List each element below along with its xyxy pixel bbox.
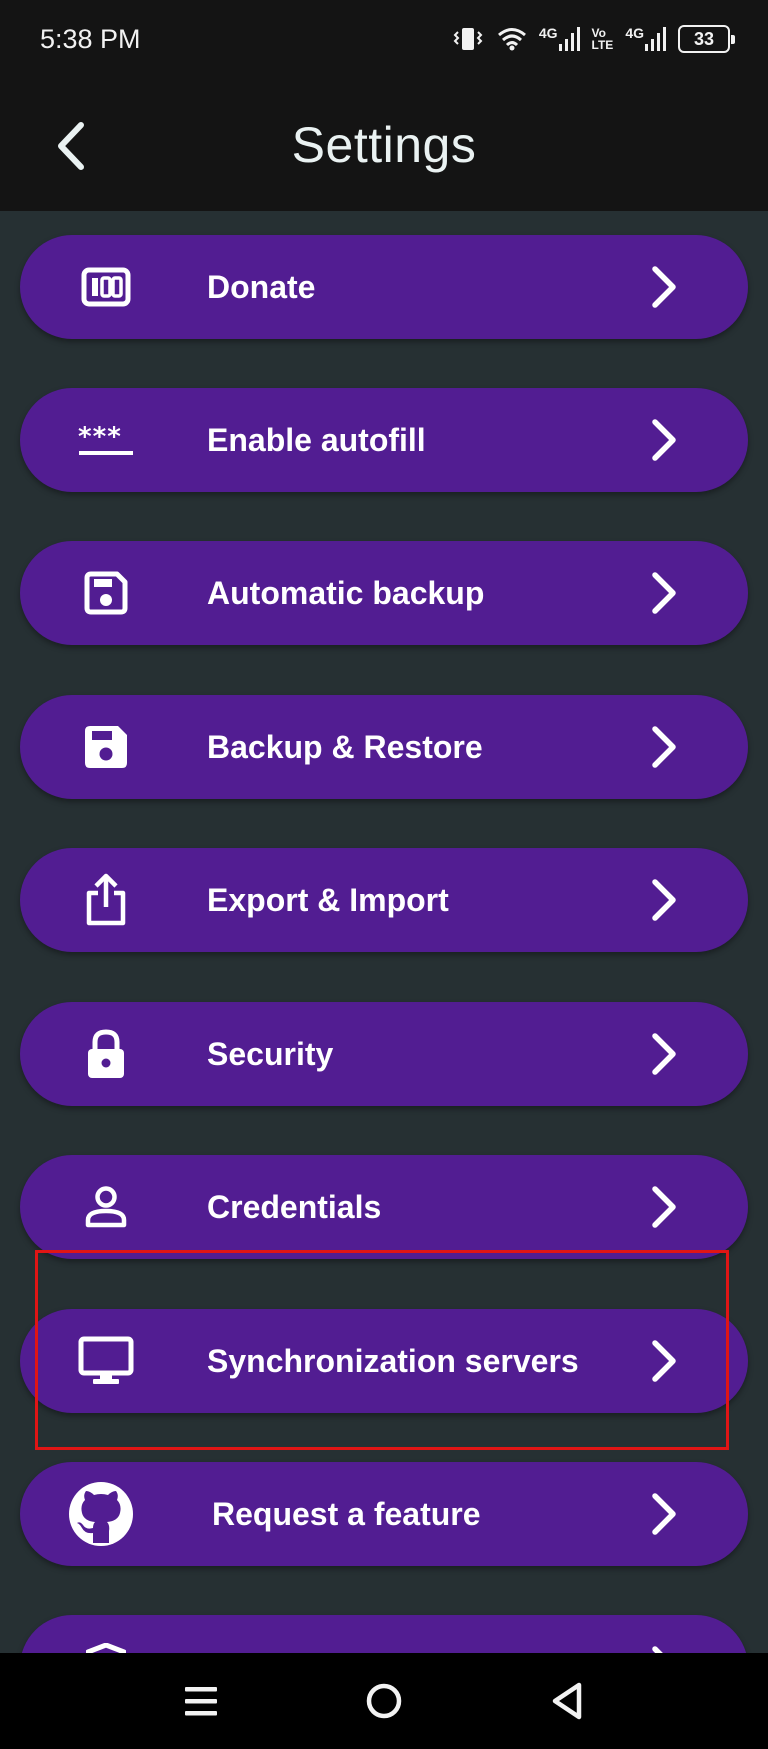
settings-item-label: Credentials xyxy=(207,1189,382,1225)
shield-icon xyxy=(76,1635,136,1653)
vibrate-icon xyxy=(451,26,485,52)
settings-item-automatic-backup[interactable]: Automatic backup xyxy=(20,541,748,645)
nav-back-button[interactable] xyxy=(532,1666,602,1736)
settings-item-backup-restore[interactable]: Backup & Restore xyxy=(20,695,748,799)
settings-item-label: Export & Import xyxy=(207,882,449,918)
settings-item-credentials[interactable]: Credentials xyxy=(20,1155,748,1259)
volte-icon: Vo LTE xyxy=(592,27,614,51)
chevron-right-icon xyxy=(642,265,686,309)
page-title: Settings xyxy=(291,116,477,173)
settings-item-request-feature[interactable]: Request a feature xyxy=(20,1462,748,1566)
settings-item-donate[interactable]: Donate xyxy=(20,235,748,339)
back-triangle-icon xyxy=(552,1682,581,1720)
net-label-2: 4G xyxy=(625,25,644,41)
nav-menu-button[interactable] xyxy=(166,1666,236,1736)
chevron-right-icon xyxy=(642,418,686,462)
status-icons: 4G Vo LTE 4G 33 xyxy=(451,25,735,53)
settings-item-enable-autofill[interactable]: *** Enable autofill xyxy=(20,388,748,492)
home-circle-icon xyxy=(366,1683,402,1719)
save-outline-icon xyxy=(76,563,136,623)
settings-item-label: Security xyxy=(207,1036,334,1072)
chevron-right-icon xyxy=(642,1185,686,1229)
settings-item-export-import[interactable]: Export & Import xyxy=(20,848,748,952)
chevron-right-icon xyxy=(642,1645,686,1653)
status-bar: 5:38 PM 4G Vo LTE 4G 33 xyxy=(0,0,768,78)
chevron-left-icon xyxy=(58,122,84,170)
chevron-right-icon xyxy=(642,725,686,769)
settings-item-synchronization-servers[interactable]: Synchronization servers xyxy=(20,1309,748,1413)
chevron-right-icon xyxy=(642,878,686,922)
status-time: 5:38 PM xyxy=(40,23,141,54)
monitor-icon xyxy=(76,1331,136,1391)
settings-item-label: Backup & Restore xyxy=(207,729,483,765)
wifi-icon xyxy=(497,27,527,51)
settings-list: Donate *** Enable autofill Automatic bac… xyxy=(0,211,768,1653)
settings-item-label: Automatic backup xyxy=(207,575,485,611)
settings-item-partial[interactable] xyxy=(20,1615,748,1653)
svg-text:***: *** xyxy=(78,423,122,452)
net-label-1: 4G xyxy=(538,25,558,41)
nav-home-button[interactable] xyxy=(349,1666,419,1736)
chevron-right-icon xyxy=(642,1339,686,1383)
signal-4g-icon-2: 4G xyxy=(625,26,666,52)
chevron-right-icon xyxy=(642,1032,686,1076)
chevron-right-icon xyxy=(642,1492,686,1536)
settings-item-security[interactable]: Security xyxy=(20,1002,748,1106)
chevron-right-icon xyxy=(642,571,686,615)
settings-item-label: Donate xyxy=(207,269,316,305)
github-icon xyxy=(66,1479,136,1549)
person-icon xyxy=(76,1177,136,1237)
save-icon xyxy=(76,717,136,777)
password-icon: *** xyxy=(76,410,136,470)
settings-item-label: Synchronization servers xyxy=(207,1343,579,1379)
volte-bottom: LTE xyxy=(591,38,614,52)
nav-bar xyxy=(0,1653,768,1749)
battery-icon: 33 xyxy=(678,25,735,53)
menu-icon xyxy=(185,1687,218,1716)
app-bar: Settings xyxy=(0,78,768,211)
settings-item-label: Enable autofill xyxy=(207,422,426,458)
signal-4g-icon: 4G xyxy=(539,26,580,52)
donate-icon xyxy=(76,257,136,317)
settings-item-label: Request a feature xyxy=(212,1496,481,1532)
share-icon xyxy=(76,870,136,930)
lock-icon xyxy=(76,1024,136,1084)
back-button[interactable] xyxy=(40,116,100,176)
